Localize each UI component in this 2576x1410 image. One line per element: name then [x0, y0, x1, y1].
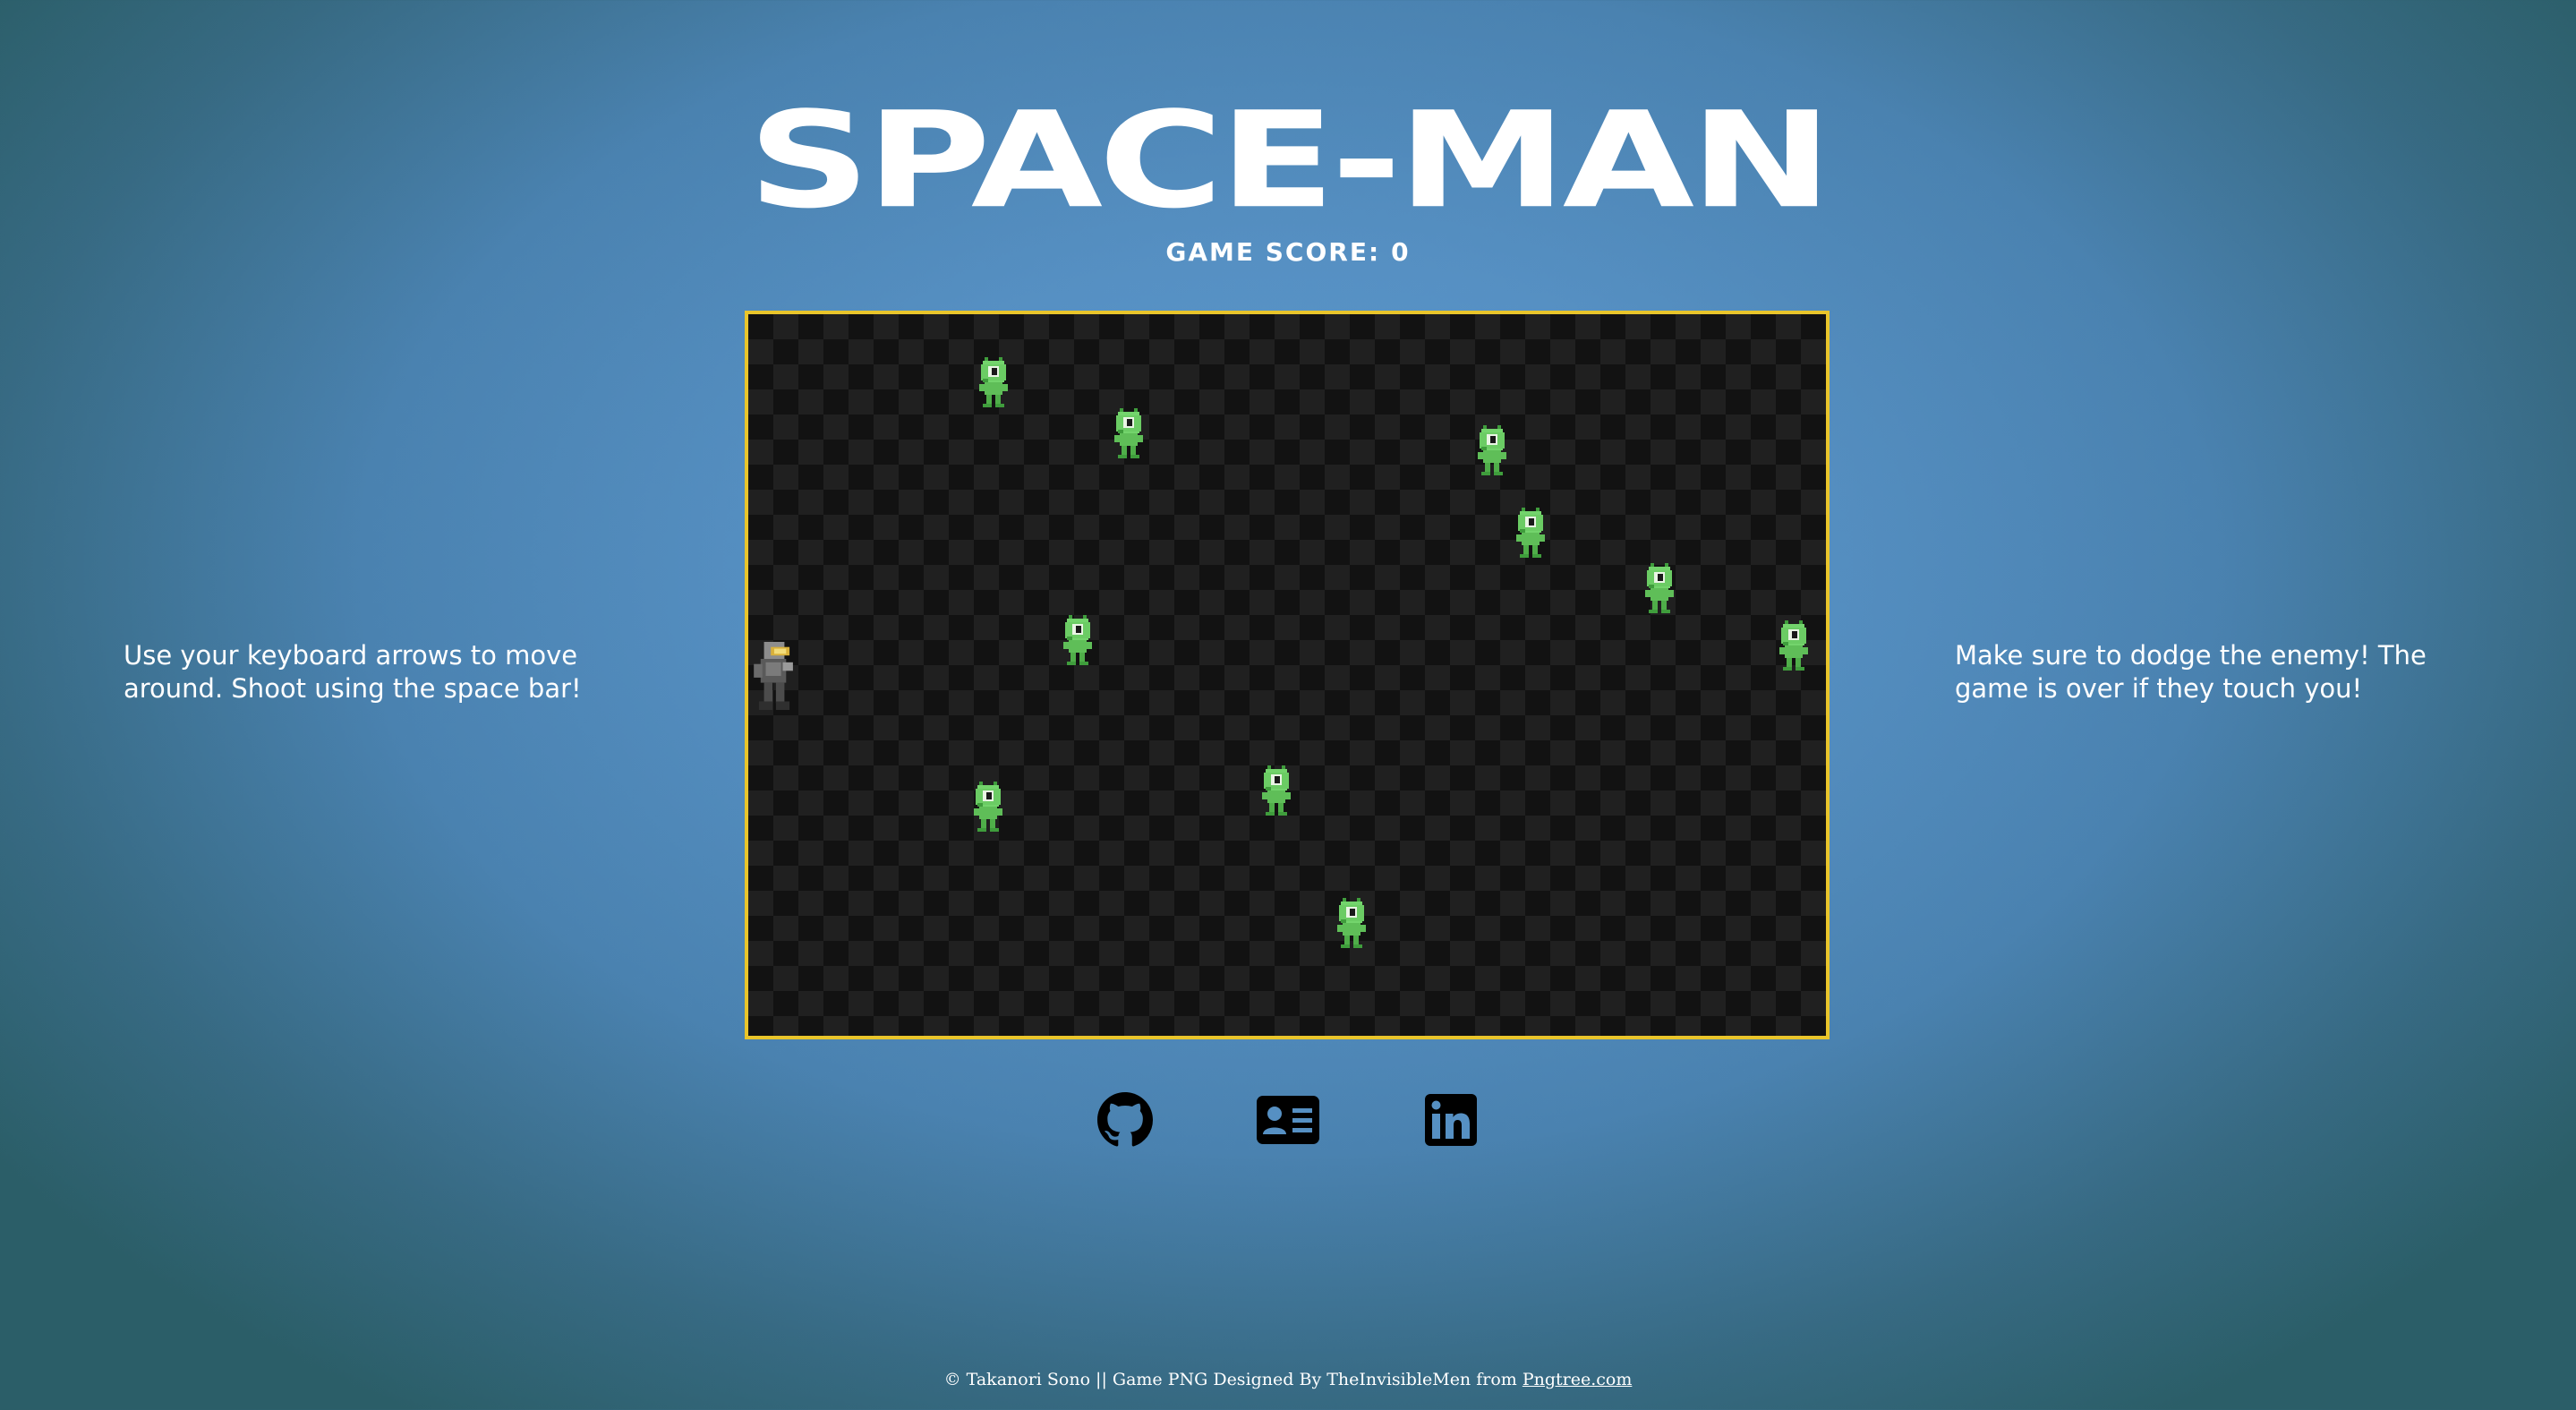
game-score: GAME SCORE: 0 — [0, 235, 2576, 270]
alien-enemy — [1513, 508, 1548, 558]
alien-enemy — [1474, 425, 1510, 475]
alien-enemy — [1060, 615, 1096, 665]
alien-enemy — [1111, 408, 1147, 458]
footer-credit: © Takanori Sono || Game PNG Designed By … — [943, 1370, 1517, 1389]
alien-enemy — [1642, 563, 1677, 613]
player-sprite — [754, 642, 795, 710]
linkedin-link[interactable] — [1425, 1092, 1477, 1148]
score-value: 0 — [1391, 237, 1411, 267]
enemy-warning: Make sure to dodge the enemy! The game i… — [1955, 640, 2427, 704]
linkedin-icon — [1425, 1094, 1477, 1146]
score-label: GAME SCORE: — [1165, 237, 1381, 267]
github-icon — [1097, 1092, 1153, 1147]
alien-enemy — [1334, 898, 1369, 948]
pngtree-link[interactable]: Pngtree.com — [1523, 1370, 1633, 1389]
github-link[interactable] — [1097, 1092, 1153, 1148]
game-title: SPACE-MAN — [747, 82, 1832, 238]
game-board[interactable] — [745, 311, 1830, 1039]
alien-enemy — [1776, 620, 1812, 671]
controls-instructions: Use your keyboard arrows to move around.… — [124, 640, 582, 704]
alien-enemy — [976, 357, 1011, 407]
portfolio-link[interactable] — [1257, 1092, 1319, 1148]
social-links — [0, 1092, 2576, 1155]
alien-enemy — [1258, 765, 1294, 816]
contact-card-icon — [1257, 1096, 1319, 1144]
footer: © Takanori Sono || Game PNG Designed By … — [0, 1367, 2576, 1392]
alien-enemy — [970, 782, 1006, 832]
